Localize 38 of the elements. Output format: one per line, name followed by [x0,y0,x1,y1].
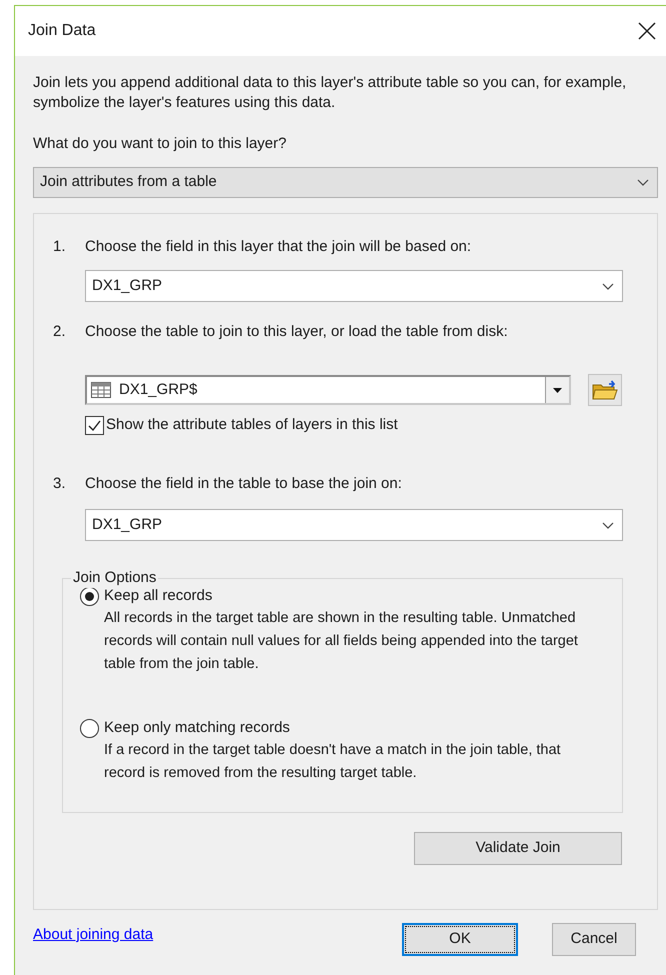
option-description: If a record in the target table doesn't have a match in the join table, that record is removed from the resulting target table. [104,741,562,783]
close-icon[interactable] [638,22,656,40]
question-label: What do you want to join to this layer? [33,134,288,154]
validate-join-button[interactable]: Validate Join [414,832,622,865]
dialog-button[interactable]: Cancel [552,923,636,956]
field-dropdown[interactable]: DX1_GRP [85,270,623,302]
table-icon [91,382,111,398]
radio-label: Keep only matching records [104,718,290,738]
dropdown-value: DX1_GRP [92,514,162,535]
triangle-down-icon [553,388,562,392]
window-title: Join Data [28,21,96,41]
group-legend: Join Options [71,568,158,588]
folder-icon [592,378,618,402]
chevron-down-icon [602,522,614,528]
step-number: 1. [53,237,67,257]
step-label: Choose the field in this layer that the join will be based on: [85,237,472,257]
browse-button[interactable] [588,374,622,406]
help-link[interactable]: About joining data [33,924,154,946]
checkbox[interactable] [85,416,104,434]
checkbox-label: Show the attribute tables of layers in this list [106,415,398,435]
dropdown-value: DX1_GRP$ [119,380,198,400]
table-dropdown[interactable]: DX1_GRP$ [85,375,571,405]
chevron-down-icon [602,282,614,290]
join-type-dropdown[interactable]: Join attributes from a table [33,167,658,198]
dropdown-arrow-button[interactable] [545,377,569,403]
step-number: 3. [53,474,67,494]
dropdown-value: Join attributes from a table [40,172,217,192]
step-label: Choose the table to join to this layer, or load the table from disk: [85,322,508,342]
dialog-button[interactable]: OK [402,923,518,956]
radio-button[interactable] [80,718,99,738]
intro-text: Join lets you append additional data to this layer's attribute table so you can, for example, symbolize the layer's features using this data. [33,73,628,113]
step-number: 2. [53,322,67,342]
dropdown-value: DX1_GRP [92,276,162,296]
chevron-down-icon [637,179,649,186]
radio-label: Keep all records [104,586,212,606]
step-label: Choose the field in the table to base the join on: [85,474,402,494]
option-description: All records in the target table are shown in the resulting table. Unmatched records will contain null values for all fields being appended into the target table from the join table. [104,609,579,674]
field-dropdown[interactable]: DX1_GRP [85,509,623,541]
